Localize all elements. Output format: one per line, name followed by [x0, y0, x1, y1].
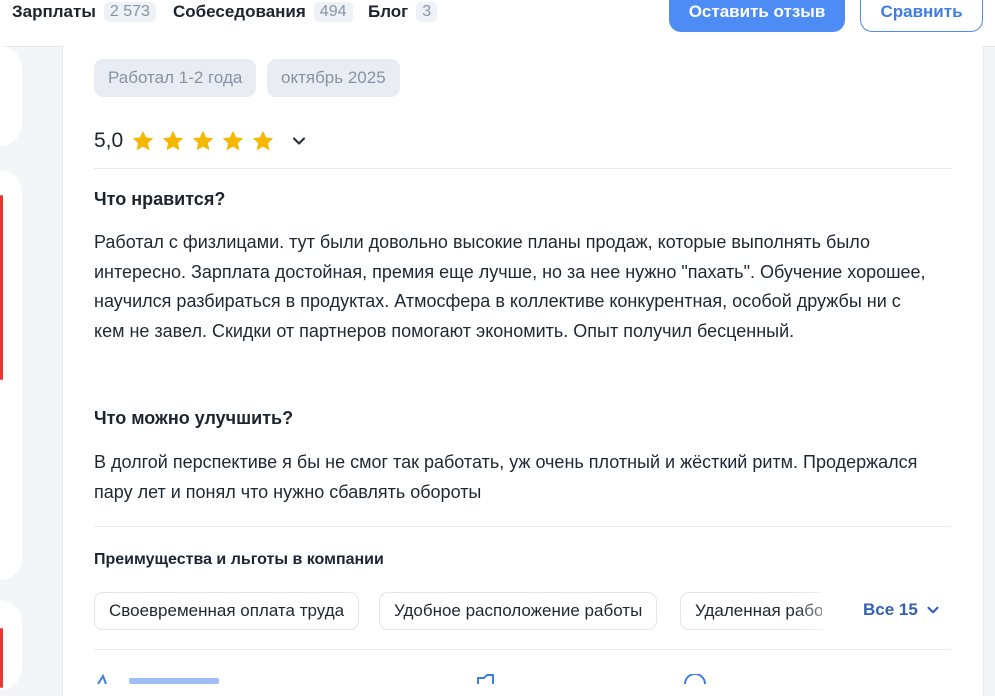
divider [94, 649, 951, 650]
like-icon[interactable] [94, 674, 118, 684]
nav-blog-label: Блог [368, 2, 409, 21]
improve-text: В долгой перспективе я бы не смог так ра… [94, 452, 918, 502]
star-icon [133, 130, 154, 151]
benefits-title: Преимущества и льготы в компании [94, 551, 384, 568]
star-icon [253, 130, 274, 151]
nav-interviews-label: Собеседования [173, 2, 306, 21]
all-benefits-link[interactable]: Все 15 [863, 600, 942, 620]
share-icon[interactable] [475, 674, 497, 684]
divider [94, 168, 951, 169]
rating-row[interactable]: 5,0 [94, 126, 309, 156]
sidebar-card [0, 170, 22, 580]
nav-salaries[interactable]: Зарплаты 2 573 [12, 0, 156, 24]
all-benefits-label: Все 15 [863, 600, 918, 619]
benefits-list: Своевременная оплата труда Удобное распо… [94, 592, 822, 632]
star-icon [163, 130, 184, 151]
chips-fade [794, 592, 822, 632]
nav-salaries-label: Зарплаты [12, 2, 96, 21]
sidebar-card [0, 46, 22, 146]
likes-title: Что нравится? [94, 189, 226, 209]
like-label-fragment [129, 678, 219, 684]
nav-blog[interactable]: Блог 3 [368, 0, 438, 24]
likes-text: Работал с физлицами. тут были довольно в… [94, 232, 926, 341]
sidebar-accent [0, 195, 3, 380]
nav-blog-count: 3 [416, 2, 438, 22]
benefit-chip[interactable]: Своевременная оплата труда [94, 592, 360, 630]
chevron-down-icon [927, 606, 939, 614]
improve-title: Что можно улучшить? [94, 408, 294, 428]
rating-value: 5,0 [94, 129, 124, 152]
sidebar-card [0, 600, 22, 690]
experience-tag: Работал 1-2 года [94, 59, 257, 97]
chevron-down-icon[interactable] [289, 131, 309, 151]
benefit-chip[interactable]: Удобное расположение работы [379, 592, 658, 630]
nav-interviews-count: 494 [313, 2, 353, 22]
divider [94, 526, 951, 527]
nav-salaries-count: 2 573 [103, 2, 156, 22]
compare-button[interactable]: Сравнить [860, 0, 983, 32]
comment-icon[interactable] [683, 674, 707, 684]
leave-review-button[interactable]: Оставить отзыв [669, 0, 845, 32]
review-card: Работал 1-2 года октябрь 2025 5,0 Что нр… [62, 46, 984, 696]
star-icon [223, 130, 244, 151]
date-tag: октябрь 2025 [267, 59, 400, 97]
nav-interviews[interactable]: Собеседования 494 [173, 0, 353, 24]
star-icon [193, 130, 214, 151]
sidebar-accent [0, 628, 3, 688]
top-nav: Зарплаты 2 573 Собеседования 494 Блог 3 … [0, 0, 995, 47]
